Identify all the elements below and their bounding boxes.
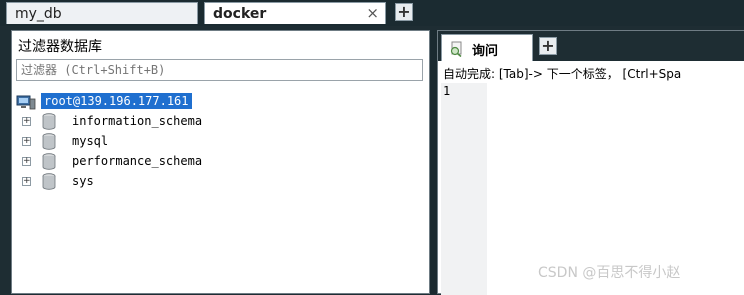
add-connection-tab-button[interactable]: + bbox=[395, 3, 413, 21]
expand-icon[interactable]: + bbox=[22, 117, 31, 126]
tab-label: 询问 bbox=[472, 44, 499, 59]
autocomplete-hint: 自动完成: [Tab]-> 下一个标签， [Ctrl+Spa bbox=[443, 67, 682, 81]
connection-tab-bar: my_db docker × + bbox=[0, 0, 744, 26]
close-icon[interactable]: × bbox=[366, 4, 379, 22]
database-name: sys bbox=[72, 174, 94, 188]
panel-title: 过滤器数据库 bbox=[18, 39, 102, 55]
object-browser-panel: 过滤器数据库 root@139.196.177.161 + informatio… bbox=[11, 30, 430, 294]
watermark: CSDN @百思不得小赵 bbox=[538, 265, 681, 281]
database-name: mysql bbox=[72, 134, 109, 148]
database-name: performance_schema bbox=[72, 154, 203, 168]
connection-tab-docker[interactable]: docker × bbox=[204, 2, 386, 24]
connection-tab-label: docker bbox=[213, 6, 267, 22]
database-icon bbox=[42, 153, 56, 170]
query-icon bbox=[450, 41, 462, 57]
expand-icon[interactable]: + bbox=[22, 157, 31, 166]
database-name: information_schema bbox=[72, 114, 203, 128]
add-query-tab-button[interactable]: + bbox=[539, 37, 557, 55]
database-icon bbox=[42, 173, 56, 190]
query-panel: 询问 + 自动完成: [Tab]-> 下一个标签， [Ctrl+Spa 1 bbox=[437, 30, 744, 295]
database-icon bbox=[42, 133, 56, 150]
query-tab-bar: 询问 + bbox=[438, 31, 744, 61]
tab-query[interactable]: 询问 bbox=[441, 34, 533, 61]
expand-icon[interactable]: + bbox=[22, 177, 31, 186]
panel-splitter[interactable] bbox=[430, 30, 437, 294]
connection-tab-my-db[interactable]: my_db bbox=[6, 2, 198, 24]
database-icon bbox=[42, 113, 56, 130]
line-number: 1 bbox=[443, 84, 451, 98]
server-icon bbox=[16, 95, 36, 110]
filter-input[interactable] bbox=[16, 59, 423, 81]
connection-tab-label: my_db bbox=[15, 6, 62, 22]
connection-label: root@139.196.177.161 bbox=[41, 93, 192, 109]
expand-icon[interactable]: + bbox=[22, 137, 31, 146]
line-number-gutter: 1 bbox=[441, 83, 487, 295]
